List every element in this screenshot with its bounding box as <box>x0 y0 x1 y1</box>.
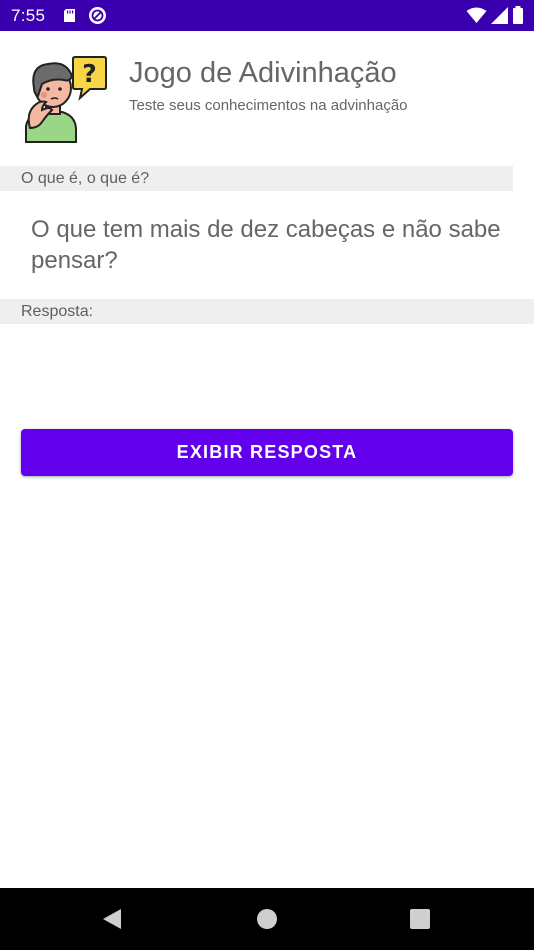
wifi-icon <box>466 7 487 23</box>
sd-card-icon <box>64 9 75 22</box>
svg-text:?: ? <box>82 59 97 88</box>
app-title: Jogo de Adivinhação <box>129 57 397 89</box>
answer-section-header: Resposta: <box>0 299 534 324</box>
back-icon[interactable] <box>100 907 124 931</box>
answer-text <box>21 330 513 410</box>
status-bar: 7:55 <box>0 0 534 31</box>
show-answer-button[interactable]: EXIBIR RESPOSTA <box>21 429 513 476</box>
app-subtitle: Teste seus conhecimentos na advinhação <box>129 97 408 114</box>
screen: 7:55 ? Jogo de Adivinhação Teste seus co… <box>0 0 534 950</box>
question-section-header: O que é, o que é? <box>0 166 513 191</box>
signal-icon <box>491 7 508 24</box>
navigation-bar <box>0 888 534 950</box>
home-icon[interactable] <box>255 907 279 931</box>
status-time: 7:55 <box>11 6 46 25</box>
answer-section-label: Resposta: <box>21 303 94 320</box>
sync-icon <box>89 7 106 24</box>
question-section-label: O que é, o que é? <box>21 170 150 187</box>
battery-icon <box>513 6 523 24</box>
recents-icon[interactable] <box>408 907 432 931</box>
riddle-text: O que tem mais de dez cabeças e não sabe… <box>31 216 501 274</box>
thinking-person-question-icon: ? <box>25 56 107 143</box>
